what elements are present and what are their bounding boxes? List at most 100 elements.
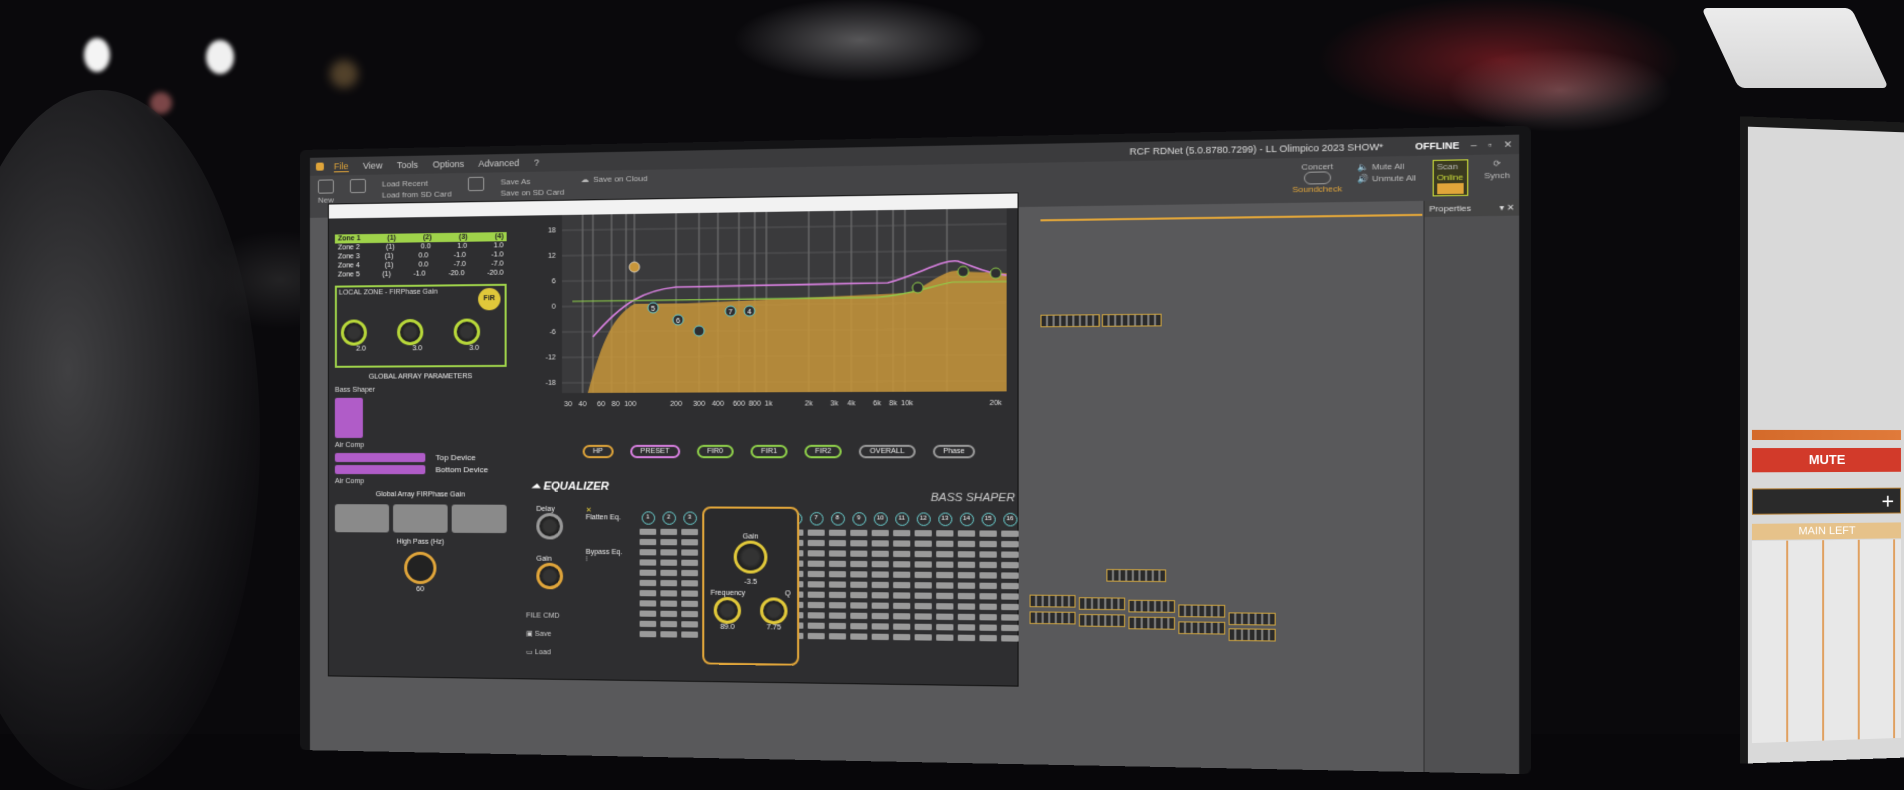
band-param-cell[interactable] (957, 624, 976, 631)
eq-band-column[interactable]: 14 (957, 512, 976, 646)
menu-file[interactable]: File (333, 161, 349, 173)
band-param-cell[interactable] (871, 529, 889, 537)
band-param-cell[interactable] (1001, 624, 1019, 632)
band-param-cell[interactable] (893, 571, 911, 578)
band-param-cell[interactable] (957, 561, 976, 569)
firphase-button-2[interactable] (393, 504, 448, 533)
band-param-cell[interactable] (639, 610, 657, 617)
band-param-cell[interactable] (660, 580, 678, 587)
delay-knob[interactable] (536, 512, 564, 540)
band-param-cell[interactable] (828, 571, 847, 578)
band-param-cell[interactable] (957, 540, 976, 548)
unmute-all-button[interactable]: 🔊 Unmute All (1358, 172, 1416, 185)
band-param-cell[interactable] (936, 561, 954, 568)
band-param-cell[interactable] (639, 569, 657, 576)
band-param-cell[interactable] (893, 602, 911, 610)
band-param-cell[interactable] (828, 529, 847, 536)
local-gain-knob-3[interactable]: 3.0 (453, 318, 495, 352)
speaker-device[interactable] (1228, 628, 1276, 642)
eq-band-column[interactable]: 12 (914, 512, 932, 644)
band-param-cell[interactable] (828, 622, 847, 630)
band-param-cell[interactable] (807, 550, 825, 557)
top-device-slider[interactable] (334, 453, 426, 463)
band-param-cell[interactable] (979, 593, 997, 600)
hp-toggle[interactable]: HP (582, 444, 614, 459)
band-number[interactable]: 16 (1002, 512, 1017, 527)
phase-toggle[interactable]: Phase (932, 444, 976, 459)
band-param-cell[interactable] (979, 572, 997, 579)
speaker-device[interactable] (1178, 621, 1226, 635)
eq-band-column[interactable]: 9 (850, 512, 868, 644)
preset-toggle[interactable]: PRESET (629, 444, 680, 459)
band-number[interactable]: 13 (937, 512, 952, 527)
band-param-cell[interactable] (914, 634, 932, 641)
band-param-cell[interactable] (807, 632, 825, 640)
band-number[interactable]: 15 (981, 512, 996, 527)
band-number[interactable]: 2 (661, 511, 676, 525)
mute-all-button[interactable]: 🔈 Mute All (1358, 160, 1416, 173)
fir2-node[interactable] (990, 268, 1001, 279)
speaker-device[interactable] (1078, 613, 1126, 628)
band-param-cell[interactable] (871, 561, 889, 568)
band-param-cell[interactable] (979, 530, 997, 537)
band-param-cell[interactable] (936, 582, 954, 589)
band-param-cell[interactable] (828, 550, 847, 557)
band-param-cell[interactable] (914, 550, 932, 558)
band-param-cell[interactable] (850, 550, 868, 557)
menu-tools[interactable]: Tools (397, 160, 418, 170)
band-param-cell[interactable] (828, 591, 847, 599)
firphase-button-1[interactable] (334, 504, 390, 533)
band-param-cell[interactable] (660, 569, 678, 577)
band-param-cell[interactable] (893, 581, 911, 589)
menu-options[interactable]: Options (433, 159, 464, 170)
pin-icon[interactable]: ▾ ✕ (1500, 203, 1515, 213)
eq-band-column[interactable]: 16 (1001, 512, 1019, 646)
eq-band-column[interactable]: 7 (807, 512, 825, 643)
channel-strips[interactable] (1751, 539, 1901, 744)
band-param-cell[interactable] (1001, 572, 1019, 579)
speaker-device[interactable] (1178, 604, 1226, 618)
band-number[interactable]: 8 (830, 512, 845, 526)
speaker-device[interactable] (1128, 599, 1176, 613)
band-param-cell[interactable] (828, 540, 847, 547)
add-button[interactable]: + (1751, 487, 1901, 515)
band-param-cell[interactable] (660, 600, 678, 607)
band-param-cell[interactable] (1001, 541, 1019, 548)
band-param-cell[interactable] (660, 559, 678, 566)
band-param-cell[interactable] (850, 581, 868, 588)
speaker-device[interactable] (1029, 611, 1076, 625)
local-gain-knob-1[interactable]: 2.0 (340, 319, 381, 353)
band-param-cell[interactable] (914, 561, 932, 568)
firphase-button-3[interactable] (451, 504, 507, 534)
band-param-cell[interactable] (957, 530, 976, 537)
band-param-cell[interactable] (639, 600, 657, 607)
band-param-cell[interactable] (681, 528, 699, 536)
band-param-cell[interactable] (828, 581, 847, 588)
save-button[interactable] (467, 176, 485, 192)
bypass-eq-button[interactable]: Bypass Eq. ⫶ (586, 549, 623, 565)
band-param-cell[interactable] (936, 603, 954, 610)
band-param-cell[interactable] (893, 550, 911, 558)
speaker-device[interactable] (1040, 314, 1100, 328)
band-number[interactable]: 7 (809, 512, 824, 526)
band-param-cell[interactable] (893, 613, 911, 620)
band-param-cell[interactable] (681, 539, 699, 546)
eq-band-column[interactable]: 10 (871, 512, 889, 644)
band-param-cell[interactable] (871, 540, 889, 547)
band-number[interactable]: 9 (851, 512, 866, 526)
band-param-cell[interactable] (1001, 603, 1019, 611)
local-gain-knob-2[interactable]: 3.0 (397, 318, 437, 353)
band-param-cell[interactable] (807, 601, 825, 609)
band-param-cell[interactable] (871, 581, 889, 589)
band-param-cell[interactable] (850, 623, 868, 630)
band-param-cell[interactable] (850, 633, 868, 640)
band-param-cell[interactable] (1001, 582, 1019, 590)
band-number[interactable]: 14 (959, 512, 974, 527)
band-param-cell[interactable] (936, 530, 954, 537)
band-param-cell[interactable] (807, 581, 825, 588)
band-param-cell[interactable] (807, 612, 825, 619)
band-number[interactable]: 10 (873, 512, 888, 526)
fir1-toggle[interactable]: FIR1 (750, 444, 788, 459)
band-param-cell[interactable] (914, 582, 932, 589)
band-param-cell[interactable] (979, 561, 997, 569)
